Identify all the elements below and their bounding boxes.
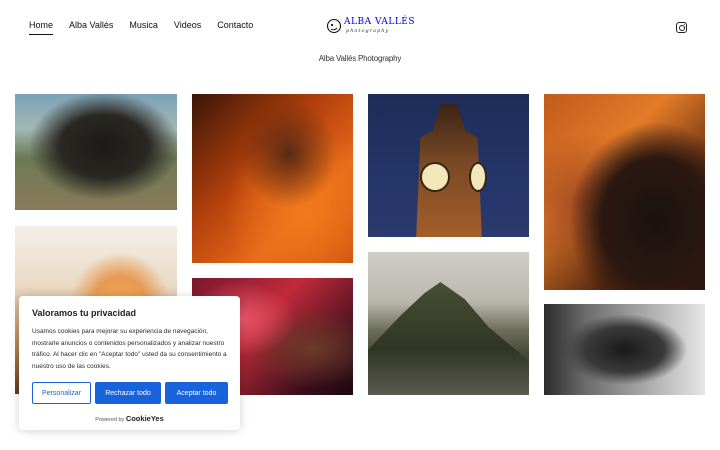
gallery-photo-mountain[interactable] xyxy=(368,252,529,395)
gallery-photo-musician-orange[interactable] xyxy=(192,94,353,263)
gallery-photo-bull[interactable] xyxy=(15,94,177,210)
logo-sub: photography xyxy=(346,28,390,34)
reject-all-button[interactable]: Rechazar todo xyxy=(95,382,161,404)
logo-name: ALBA VALLÉS xyxy=(344,17,416,27)
customize-button[interactable]: Personalizar xyxy=(32,382,91,404)
nav-videos[interactable]: Videos xyxy=(174,20,201,35)
site-tagline: Alba Vallés Photography xyxy=(318,54,402,63)
nav-contacto[interactable]: Contacto xyxy=(217,20,253,35)
instagram-icon[interactable] xyxy=(676,22,687,33)
gallery-photo-portrait-bw[interactable] xyxy=(544,304,705,395)
powered-label: Powered by xyxy=(95,417,125,423)
mountain-shape xyxy=(368,282,529,395)
nav-alba-valles[interactable]: Alba Vallés xyxy=(69,20,113,35)
cookie-actions: Personalizar Rechazar todo Aceptar todo xyxy=(32,382,228,404)
main-nav: Home Alba Vallés Musica Videos Contacto xyxy=(29,20,253,35)
cookie-title: Valoramos tu privacidad xyxy=(32,308,137,318)
gallery-photo-big-ben[interactable] xyxy=(368,94,529,237)
site-header: Home Alba Vallés Musica Videos Contacto … xyxy=(0,0,720,54)
gallery-photo-couple[interactable] xyxy=(544,94,705,290)
clock-face-right xyxy=(469,162,487,192)
cookie-banner: Valoramos tu privacidad Usamos cookies p… xyxy=(19,296,240,430)
cookie-text: Usamos cookies para mejorar su experienc… xyxy=(32,328,227,370)
cookie-powered-by: Powered by CookieYes xyxy=(19,414,240,423)
site-logo[interactable]: ALBA VALLÉS photography xyxy=(326,16,415,38)
nav-musica[interactable]: Musica xyxy=(129,20,158,35)
cookieyes-logo[interactable]: CookieYes xyxy=(126,414,164,423)
logo-mark-icon xyxy=(326,18,342,34)
clock-face-left xyxy=(420,162,450,192)
nav-home[interactable]: Home xyxy=(29,20,54,35)
accept-all-button[interactable]: Aceptar todo xyxy=(165,382,228,404)
